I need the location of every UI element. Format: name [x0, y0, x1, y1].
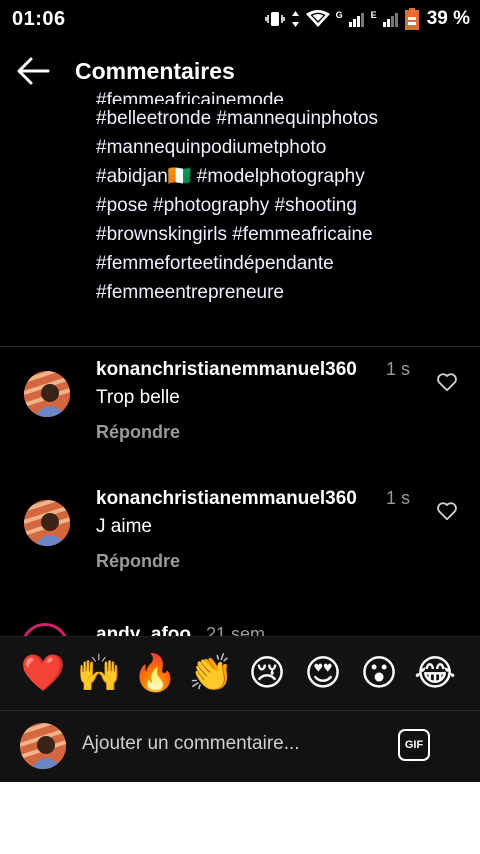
emoji-laughing-button[interactable]: 😂 [412, 651, 458, 697]
emoji-heart-button[interactable]: ❤️ [20, 651, 66, 697]
heart-icon[interactable] [436, 371, 458, 393]
reply-button[interactable]: Répondre [96, 551, 180, 572]
current-user-avatar [20, 723, 66, 769]
story-ring-avatar[interactable] [21, 623, 69, 636]
data-arrows-icon [291, 11, 299, 27]
reply-button[interactable]: Répondre [96, 422, 180, 443]
comment-input[interactable]: Ajouter un commentaire... [82, 733, 372, 763]
emoji-surprised-button[interactable]: 😮 [356, 651, 402, 697]
caption-line[interactable]: #femmeentrepreneure [96, 278, 456, 307]
wifi-icon [305, 10, 330, 27]
gif-button[interactable]: GIF [398, 729, 430, 761]
signal-g-label: G [335, 10, 343, 20]
status-bar: 01:06 G E 39 % [0, 0, 480, 38]
comment-username[interactable]: andy_afoo [96, 624, 191, 636]
emoji-quick-bar: ❤️ 🙌 🔥 👏 😢 😍 😮 😂 [0, 636, 480, 711]
comment-text: J aime [96, 516, 152, 537]
comment-time: 21 sem [206, 624, 266, 636]
caption-line[interactable]: #mannequinpodiumetphoto [96, 133, 456, 162]
caption-line[interactable]: #pose #photography #shooting [96, 191, 456, 220]
comment-input-bar: Ajouter un commentaire... GIF [0, 710, 480, 782]
battery-icon [404, 8, 419, 30]
comment-username[interactable]: konanchristianemmanuel360 [96, 488, 357, 510]
vibrate-icon [264, 12, 285, 26]
caption-line: #femmeafricainemode [96, 90, 284, 104]
comments-screen: 01:06 G E 39 % Commentaires #femmeafrica… [0, 0, 480, 782]
comment-item: konanchristianemmanuel360 1 s J aime Rép… [0, 488, 480, 610]
arrow-left-icon [17, 57, 50, 85]
emoji-heart-eyes-button[interactable]: 😍 [300, 651, 346, 697]
post-caption: #femmeafricainemode #belleetronde #manne… [96, 90, 456, 307]
caption-line[interactable]: #belleetronde #mannequinphotos [96, 104, 456, 133]
comment-username[interactable]: konanchristianemmanuel360 [96, 359, 357, 381]
signal-2-icon [382, 13, 398, 27]
comment-time: 1 s [386, 488, 411, 508]
caption-line[interactable]: #brownskingirls #femmeafricaine [96, 220, 456, 249]
signal-icon [348, 13, 364, 27]
caption-line[interactable]: #femmeforteetindépendante [96, 249, 456, 278]
emoji-crying-button[interactable]: 😢 [244, 651, 290, 697]
emoji-raised-hands-button[interactable]: 🙌 [76, 651, 122, 697]
emoji-fire-button[interactable]: 🔥 [132, 651, 178, 697]
heart-icon[interactable] [436, 500, 458, 522]
battery-percentage: 39 % [426, 8, 470, 29]
status-icons: G E 39 % [264, 7, 470, 31]
avatar[interactable] [24, 500, 70, 546]
comment-time: 1 s [386, 359, 411, 379]
avatar[interactable] [24, 371, 70, 417]
comment-item-partial: andy_afoo 21 sem [0, 620, 480, 636]
back-button[interactable] [16, 56, 56, 88]
comment-text: Trop belle [96, 387, 180, 408]
caption-divider [0, 346, 480, 347]
emoji-clap-button[interactable]: 👏 [188, 651, 234, 697]
signal-e-label: E [370, 10, 377, 20]
page-title: Commentaires [75, 58, 235, 84]
caption-line[interactable]: #abidjan🇨🇮 #modelphotography [96, 162, 456, 191]
comment-item: konanchristianemmanuel360 1 s Trop belle… [0, 359, 480, 481]
status-time: 01:06 [12, 8, 66, 30]
